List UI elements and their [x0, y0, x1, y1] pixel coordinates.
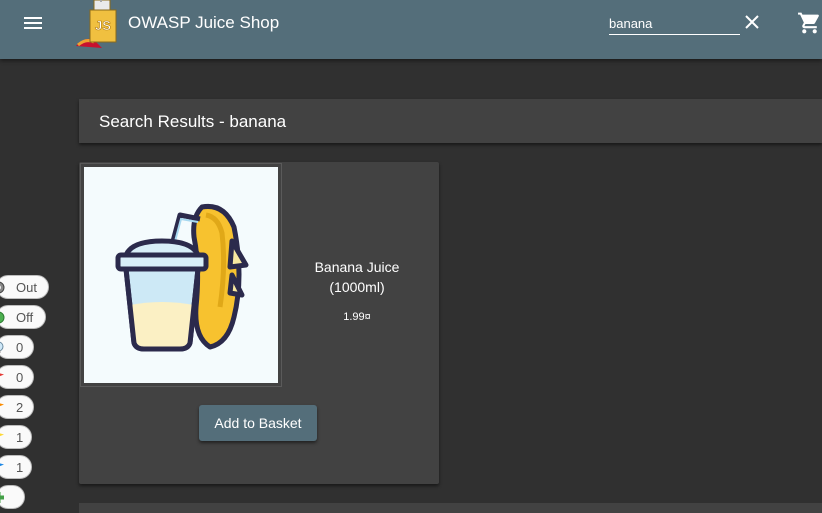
product-name[interactable]: Banana Juice (1000ml) [298, 257, 416, 297]
red-flag-icon [0, 373, 4, 377]
app-title[interactable]: OWASP Juice Shop [128, 13, 279, 33]
search-results-title: Search Results - banana [99, 112, 287, 131]
orange-flag-icon [0, 403, 4, 407]
shopping-cart-icon [798, 12, 819, 34]
bottom-card-edge [79, 503, 822, 513]
product-card[interactable]: Banana Juice (1000ml) 1.99¤ Add to Baske… [79, 162, 439, 484]
lightbulb-icon [0, 341, 4, 353]
search-results-header: Search Results - banana [79, 99, 822, 143]
shopping-cart-button[interactable] [797, 10, 822, 36]
blue-flag-count: 1 [16, 460, 24, 475]
search-input[interactable] [609, 12, 740, 35]
product-image [84, 167, 278, 383]
juice-box-logo-icon[interactable]: JS [72, 0, 124, 50]
blue-flag-badge[interactable]: 1 [0, 455, 32, 479]
plus-icon [0, 492, 4, 503]
top-toolbar: JS OWASP Juice Shop [0, 0, 822, 59]
yellow-flag-badge[interactable]: 1 [0, 425, 32, 449]
product-image-frame[interactable] [80, 163, 282, 387]
logo-text: JS [95, 18, 111, 33]
status-badge[interactable]: Off [0, 305, 46, 329]
hint-badge[interactable]: 0 [0, 335, 34, 359]
add-badge[interactable] [0, 485, 25, 509]
blue-flag-icon [0, 463, 4, 467]
product-price: 1.99¤ [343, 311, 371, 323]
clear-search-button[interactable] [742, 12, 762, 32]
close-icon [745, 15, 759, 29]
red-flag-count: 0 [16, 370, 24, 385]
github-badge[interactable]: Out [0, 275, 49, 299]
github-badge-label: Out [16, 280, 37, 295]
red-flag-badge[interactable]: 0 [0, 365, 34, 389]
yellow-flag-icon [0, 433, 4, 437]
github-icon [0, 281, 5, 294]
orange-flag-count: 2 [16, 400, 24, 415]
banana-juice-cup-icon [115, 203, 249, 352]
menu-button[interactable] [18, 10, 48, 36]
add-to-basket-button[interactable]: Add to Basket [199, 405, 317, 441]
yellow-flag-count: 1 [16, 430, 24, 445]
status-badge-label: Off [16, 310, 34, 325]
orange-flag-badge[interactable]: 2 [0, 395, 34, 419]
hint-badge-count: 0 [16, 340, 24, 355]
green-status-icon [0, 311, 5, 324]
